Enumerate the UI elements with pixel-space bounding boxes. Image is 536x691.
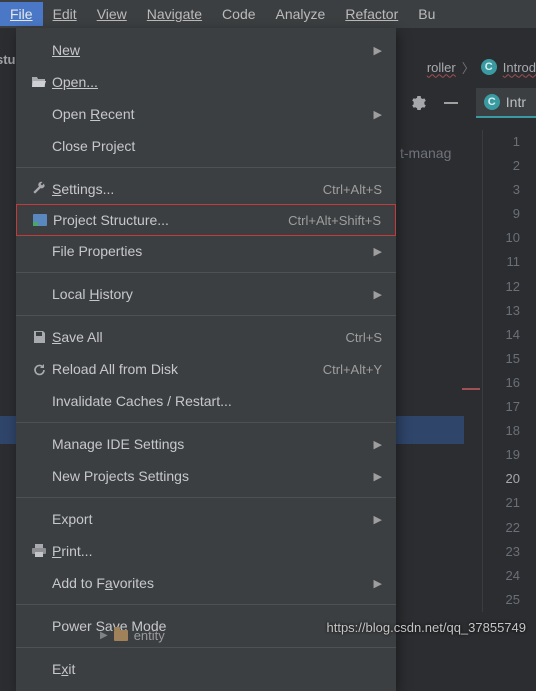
menu-new[interactable]: New▶ [16,34,396,66]
menu-print[interactable]: Print... [16,535,396,567]
menu-export[interactable]: Export▶ [16,503,396,535]
toolbar-right [410,95,458,111]
editor-tab[interactable]: C Intr [476,88,536,118]
menubar: File Edit View Navigate Code Analyze Ref… [0,0,536,28]
menu-project-structure[interactable]: Project Structure...Ctrl+Alt+Shift+S [16,204,396,236]
line-number: 9 [483,202,520,226]
menu-refactor[interactable]: Refactor [335,2,408,26]
chevron-right-icon: ▶ [374,513,382,526]
line-number: 1 [483,130,520,154]
menu-edit[interactable]: Edit [43,2,87,26]
menu-view[interactable]: View [87,2,137,26]
gear-icon[interactable] [410,95,426,111]
menu-navigate[interactable]: Navigate [137,2,212,26]
menu-open-recent[interactable]: Open Recent▶ [16,98,396,130]
error-underline [462,388,480,390]
menu-build-fragment[interactable]: Bu [408,2,445,26]
menu-add-favorites[interactable]: Add to Favorites▶ [16,567,396,599]
folder-open-icon [26,75,52,89]
line-number: 25 [483,588,520,612]
line-number: 13 [483,299,520,323]
line-gutter: 123910111213141516171819202122232425 [482,130,536,612]
menu-separator [16,167,396,168]
menu-reload-disk[interactable]: Reload All from DiskCtrl+Alt+Y [16,353,396,385]
menu-separator [16,422,396,423]
file-menu-dropdown: New▶ Open... Open Recent▶ Close Project … [16,28,396,691]
watermark-text: https://blog.csdn.net/qq_37855749 [327,620,527,635]
menu-settings[interactable]: Settings...Ctrl+Alt+S [16,173,396,205]
menu-open[interactable]: Open... [16,66,396,98]
save-icon [26,330,52,345]
chevron-right-icon: ▶ [100,630,108,641]
menu-analyze[interactable]: Analyze [266,2,336,26]
breadcrumb-item[interactable]: Introd [503,60,536,75]
chevron-right-icon: 〉 [462,58,475,77]
chevron-right-icon: ▶ [374,245,382,258]
project-tree-item[interactable]: ▶ entity [100,628,165,643]
folder-icon [114,630,128,641]
menu-exit[interactable]: Exit [16,653,396,685]
line-number: 11 [483,250,520,274]
line-number: 10 [483,226,520,250]
breadcrumb: roller 〉 C Introd [427,55,536,79]
class-badge-icon: C [481,59,497,75]
tab-label: Intr [506,94,526,110]
line-number: 22 [483,516,520,540]
menu-separator [16,604,396,605]
menu-separator [16,315,396,316]
breadcrumb-item[interactable]: roller [427,60,456,75]
line-number: 18 [483,419,520,443]
tree-item-label: entity [134,628,165,643]
chevron-right-icon: ▶ [374,288,382,301]
menu-separator [16,272,396,273]
menu-new-projects-settings[interactable]: New Projects Settings▶ [16,460,396,492]
menu-separator [16,497,396,498]
line-number: 20 [483,467,520,491]
line-number: 16 [483,371,520,395]
minimize-icon[interactable] [444,102,458,104]
menu-close-project[interactable]: Close Project [16,130,396,162]
line-number: 14 [483,323,520,347]
menu-save-all[interactable]: Save AllCtrl+S [16,321,396,353]
menu-code[interactable]: Code [212,2,265,26]
line-number: 19 [483,443,520,467]
reload-icon [26,362,52,377]
wrench-icon [26,181,52,197]
chevron-right-icon: ▶ [374,438,382,451]
line-number: 24 [483,564,520,588]
line-number: 23 [483,540,520,564]
line-number: 3 [483,178,520,202]
line-number: 12 [483,275,520,299]
menu-file-properties[interactable]: File Properties▶ [16,235,396,267]
menu-local-history[interactable]: Local History▶ [16,278,396,310]
background-text-fragment: t-manag [400,145,451,161]
chevron-right-icon: ▶ [374,577,382,590]
line-number: 2 [483,154,520,178]
print-icon [26,544,52,558]
menu-invalidate-caches[interactable]: Invalidate Caches / Restart... [16,385,396,417]
menu-separator [16,647,396,648]
class-badge-icon: C [484,94,500,110]
menu-file[interactable]: File [0,2,43,26]
chevron-right-icon: ▶ [374,108,382,121]
toolwindow-stub: stu [0,52,16,67]
chevron-right-icon: ▶ [374,44,382,57]
chevron-right-icon: ▶ [374,470,382,483]
menu-manage-ide-settings[interactable]: Manage IDE Settings▶ [16,428,396,460]
line-number: 21 [483,491,520,515]
line-number: 15 [483,347,520,371]
line-number: 17 [483,395,520,419]
project-structure-icon [27,213,53,227]
